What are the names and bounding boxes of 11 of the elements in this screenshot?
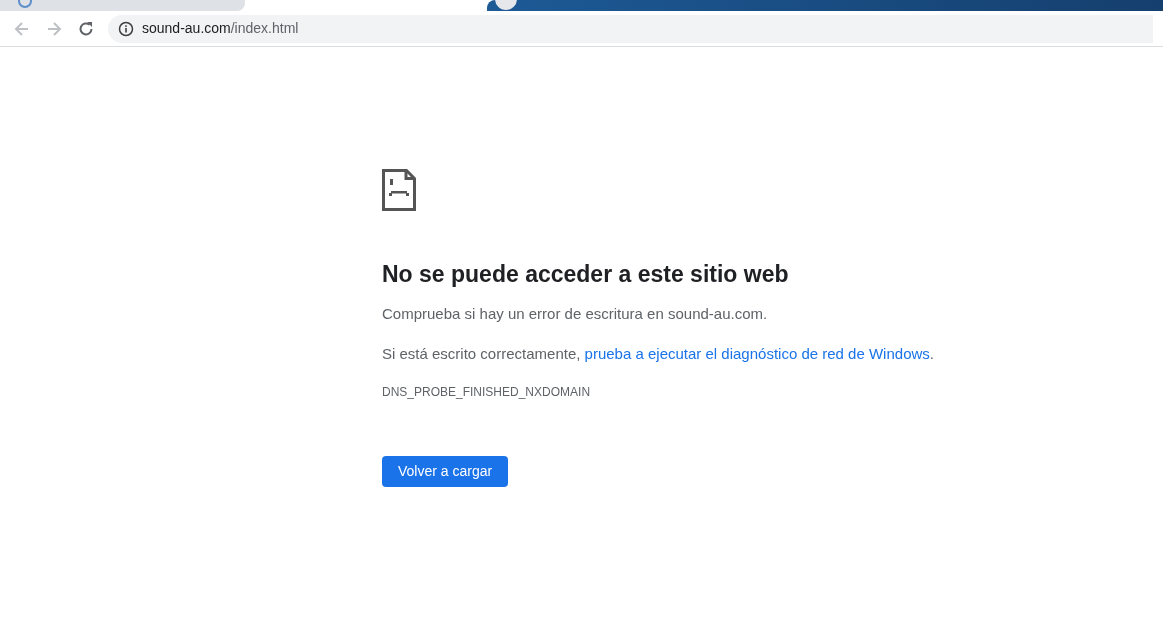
suggestion-text: Si está escrito correctamente, prueba a ejecutar el diagnóstico de red de Windows. — [382, 343, 935, 364]
error-code: DNS_PROBE_FINISHED_NXDOMAIN — [382, 384, 592, 401]
error-heading: No se puede acceder a este sitio web — [382, 260, 790, 289]
diagnostics-link[interactable]: prueba a ejecutar el diagnóstico de red de Windows — [584, 344, 930, 362]
url-text: sound-au.com/index.html — [142, 19, 299, 38]
info-icon[interactable] — [118, 20, 134, 37]
reload-button[interactable]: Volver a cargar — [382, 456, 509, 487]
browser-tab[interactable] — [0, 0, 245, 11]
address-bar[interactable]: sound-au.com/index.html — [108, 14, 1153, 43]
error-message: Comprueba si hay un error de escritura en sound-au.com. — [382, 304, 769, 324]
sad-page-icon — [382, 169, 416, 211]
